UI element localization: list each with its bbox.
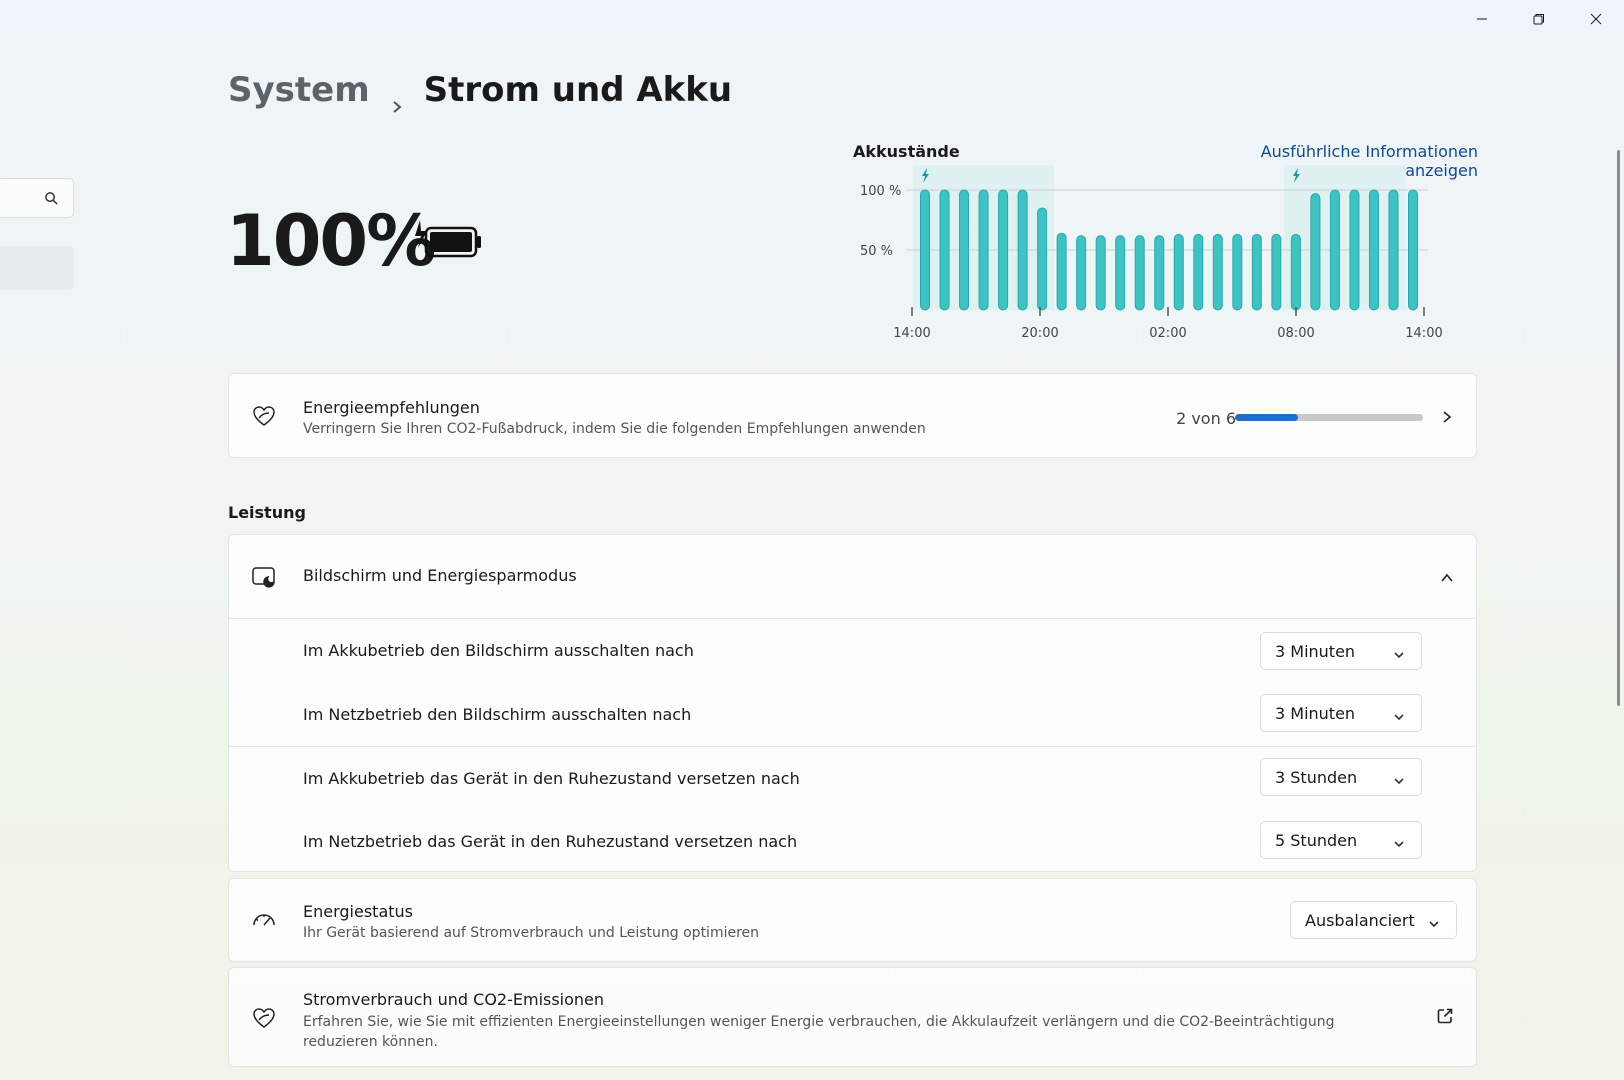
recommendations-progress-fill	[1235, 414, 1298, 421]
breadcrumb-parent[interactable]: System	[228, 70, 370, 110]
battery-bar	[1251, 233, 1262, 311]
battery-bar	[959, 189, 970, 311]
settings-row: Im Akkubetrieb das Gerät in den Ruhezust…	[229, 747, 1476, 811]
setting-label: Im Akkubetrieb das Gerät in den Ruhezust…	[303, 769, 800, 788]
chevron-up-icon[interactable]	[1440, 570, 1454, 584]
window-controls	[1453, 0, 1624, 38]
dropdown-value: 3 Minuten	[1275, 703, 1356, 723]
battery-bar	[1154, 235, 1165, 311]
x-tick-label: 08:00	[1277, 326, 1314, 341]
battery-bar	[1349, 189, 1360, 311]
recommendations-subtitle: Verringern Sie Ihren CO2-Fußabdruck, ind…	[303, 421, 926, 437]
battery-bar	[1115, 235, 1126, 311]
x-tick-label: 20:00	[1021, 326, 1058, 341]
battery-bar	[998, 189, 1009, 311]
battery-bar	[1017, 189, 1028, 311]
chevron-down-icon	[1393, 646, 1405, 659]
chart-title: Akkustände	[853, 142, 960, 161]
battery-bar	[1388, 189, 1399, 311]
sleep-plugged-dropdown[interactable]: 5 Stunden	[1260, 821, 1422, 859]
minimize-button[interactable]	[1453, 0, 1510, 38]
battery-bar	[1134, 235, 1145, 311]
page-title: Strom und Akku	[423, 70, 733, 110]
restore-icon	[1533, 14, 1544, 25]
close-icon	[1590, 13, 1601, 25]
setting-label: Im Netzbetrieb den Bildschirm ausschalte…	[303, 705, 692, 724]
minimize-icon	[1476, 18, 1487, 20]
chevron-right-icon	[390, 83, 404, 113]
dropdown-value: Ausbalanciert	[1305, 910, 1415, 930]
battery-bar	[1076, 235, 1087, 311]
leaf-heart-icon	[251, 1005, 277, 1031]
recommendations-progress-bar	[1235, 414, 1423, 421]
recommendations-title: Energieempfehlungen	[303, 398, 480, 417]
chevron-down-icon	[1428, 915, 1440, 928]
settings-row: Im Netzbetrieb das Gerät in den Ruhezust…	[229, 810, 1476, 874]
battery-bar	[1408, 189, 1418, 311]
screen-sleep-group: Bildschirm und Energiesparmodus Im Akkub…	[228, 534, 1477, 872]
battery-bar	[1212, 233, 1223, 311]
emissions-subtitle: Erfahren Sie, wie Sie mit effizienten En…	[303, 1014, 1335, 1050]
power-mode-subtitle: Ihr Gerät basierend auf Stromverbrauch u…	[303, 925, 760, 941]
screen-sleep-header[interactable]: Bildschirm und Energiesparmodus	[229, 535, 1476, 619]
battery-bar	[1056, 232, 1067, 311]
screen-sleep-title: Bildschirm und Energiesparmodus	[303, 566, 577, 585]
battery-bar	[920, 189, 930, 311]
breadcrumb: System Strom und Akku	[228, 70, 733, 113]
battery-bar	[1232, 233, 1243, 311]
dropdown-value: 5 Stunden	[1275, 830, 1358, 850]
battery-bar	[1310, 193, 1321, 311]
battery-bar	[1173, 233, 1184, 311]
dropdown-value: 3 Minuten	[1275, 641, 1356, 661]
battery-charging-icon	[415, 220, 481, 258]
x-tick-label: 02:00	[1149, 326, 1186, 341]
close-button[interactable]	[1567, 0, 1624, 38]
chevron-down-icon	[1393, 772, 1405, 785]
recommendations-progress-label: 2 von 6	[1176, 409, 1236, 428]
leaf-heart-icon	[251, 403, 277, 429]
emissions-title: Stromverbrauch und CO2-Emissionen	[303, 990, 605, 1009]
setting-label: Im Akkubetrieb den Bildschirm ausschalte…	[303, 641, 694, 660]
chevron-right-icon	[1440, 409, 1454, 423]
x-tick-label: 14:00	[893, 326, 930, 341]
power-mode-dropdown[interactable]: Ausbalanciert	[1290, 901, 1457, 939]
search-icon	[45, 192, 58, 205]
battery-level-chart: 100 % 50 % 14:00 20:00 02:00 08:00 14:00	[860, 165, 1443, 341]
battery-bar	[1095, 235, 1106, 311]
speedometer-icon	[251, 908, 277, 934]
dropdown-value: 3 Stunden	[1275, 767, 1358, 787]
battery-bar	[1271, 233, 1282, 311]
y-tick-label: 50 %	[860, 244, 893, 259]
battery-bar	[1368, 189, 1379, 311]
external-link-icon	[1436, 1007, 1454, 1025]
sleep-battery-dropdown[interactable]: 3 Stunden	[1260, 758, 1422, 796]
screen-off-battery-dropdown[interactable]: 3 Minuten	[1260, 632, 1422, 670]
scrollbar[interactable]	[1617, 150, 1620, 706]
battery-bar	[1193, 233, 1204, 311]
power-mode-title: Energiestatus	[303, 902, 413, 921]
chevron-down-icon	[1393, 708, 1405, 721]
emissions-card[interactable]: Stromverbrauch und CO2-Emissionen Erfahr…	[228, 967, 1477, 1067]
restore-button[interactable]	[1510, 0, 1567, 38]
battery-bar	[978, 189, 989, 311]
settings-row: Im Akkubetrieb den Bildschirm ausschalte…	[229, 619, 1476, 683]
energy-recommendations-card[interactable]: Energieempfehlungen Verringern Sie Ihren…	[228, 373, 1477, 458]
sidebar-item-selected[interactable]	[0, 246, 74, 290]
y-tick-label: 100 %	[860, 184, 901, 199]
battery-bar	[1037, 207, 1048, 311]
screen-sleep-icon	[251, 564, 277, 590]
power-mode-card: Energiestatus Ihr Gerät basierend auf St…	[228, 878, 1477, 962]
screen-off-plugged-dropdown[interactable]: 3 Minuten	[1260, 694, 1422, 732]
battery-bar	[939, 189, 950, 311]
settings-row: Im Netzbetrieb den Bildschirm ausschalte…	[229, 683, 1476, 747]
setting-label: Im Netzbetrieb das Gerät in den Ruhezust…	[303, 832, 798, 851]
battery-bar	[1329, 189, 1340, 311]
battery-bar	[1290, 233, 1301, 311]
battery-percentage: 100%	[226, 200, 436, 282]
chevron-down-icon	[1393, 835, 1405, 848]
charging-band	[1283, 165, 1406, 310]
x-tick-label: 14:00	[1405, 326, 1442, 341]
search-input[interactable]	[0, 178, 74, 218]
section-heading-performance: Leistung	[228, 503, 306, 522]
